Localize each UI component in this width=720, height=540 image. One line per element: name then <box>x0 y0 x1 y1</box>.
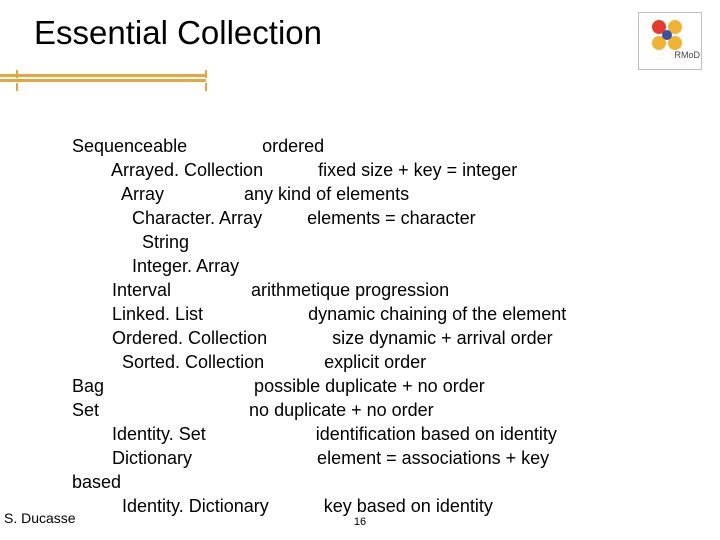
rule-tick <box>205 83 207 91</box>
slide-body-text: Sequenceable ordered Arrayed. Collection… <box>72 134 566 518</box>
title-rule-lower <box>0 79 206 82</box>
rule-tick <box>205 70 207 78</box>
title-rule-upper <box>0 74 206 77</box>
logo-label: RMoD <box>674 50 700 60</box>
footer-page-number: 16 <box>354 516 366 528</box>
rule-tick <box>16 70 18 78</box>
page-title: Essential Collection <box>34 14 720 52</box>
rule-tick <box>16 83 18 91</box>
footer-author: S. Ducasse <box>4 510 76 526</box>
rmod-logo <box>638 12 702 70</box>
